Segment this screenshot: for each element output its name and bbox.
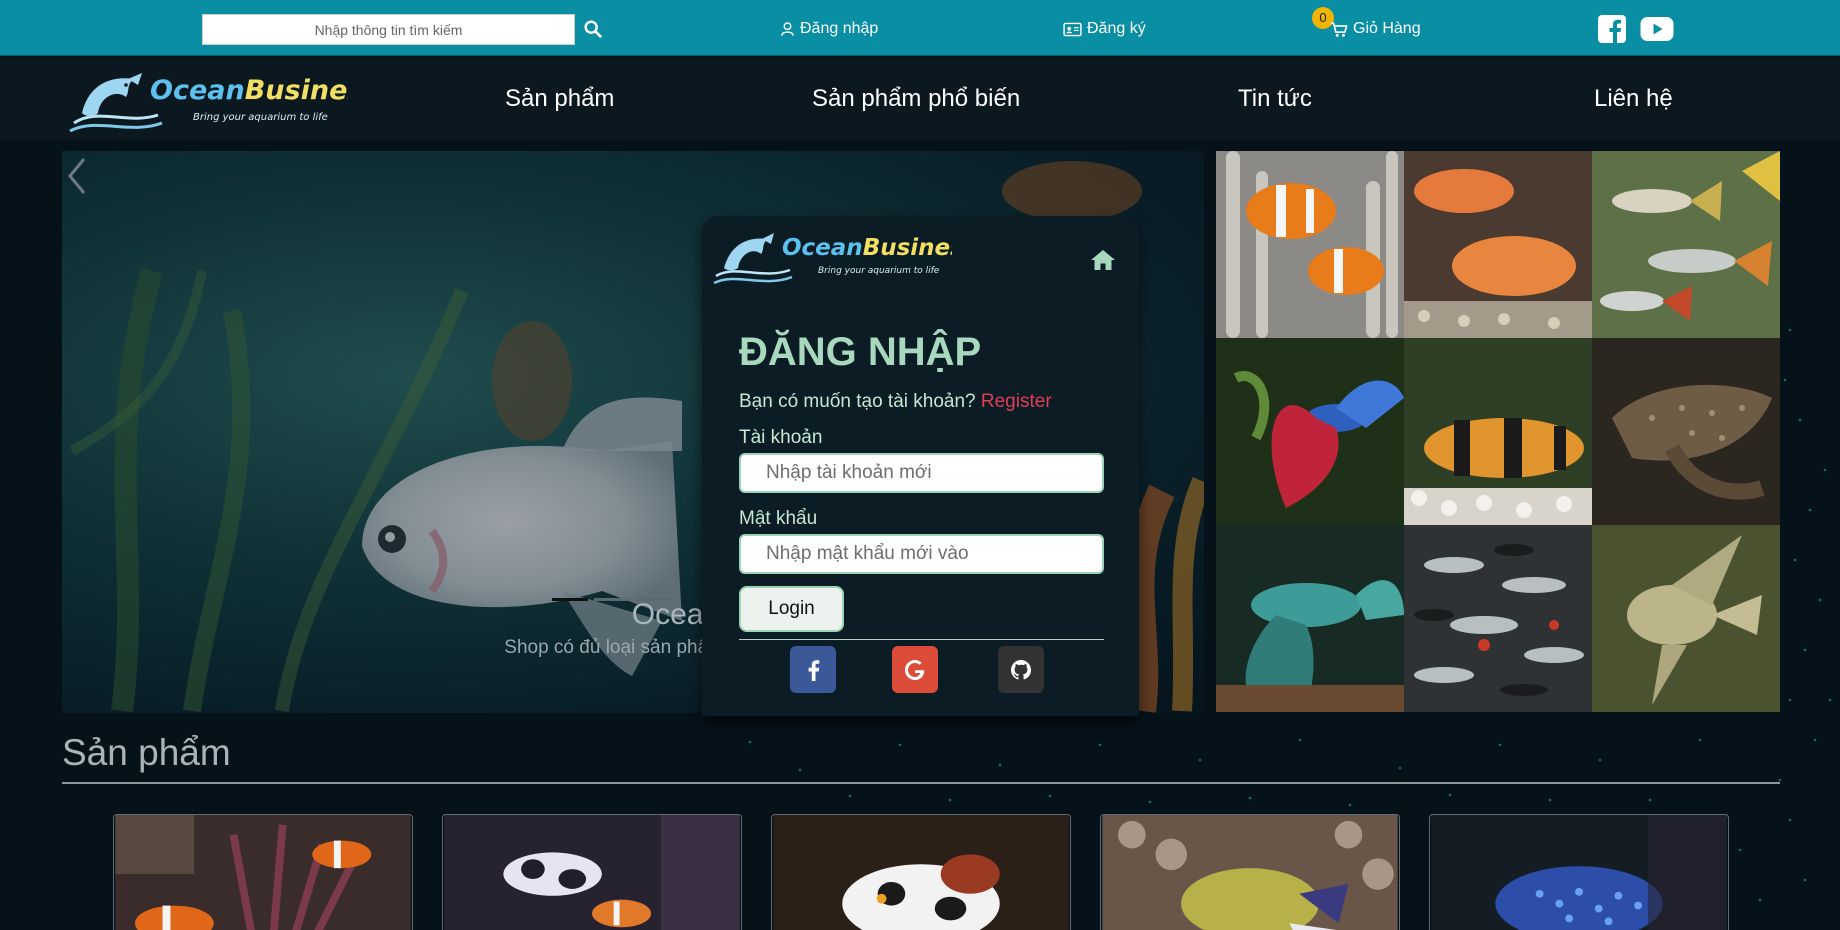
gallery-guppies[interactable] — [1592, 151, 1780, 338]
fish-gallery — [1216, 151, 1780, 713]
register-link-label: Đăng ký — [1087, 20, 1146, 37]
gallery-clown-loach[interactable] — [1404, 338, 1592, 525]
register-link[interactable]: Đăng ký — [1063, 18, 1146, 40]
product-image — [773, 815, 1069, 930]
products-section-divider — [62, 782, 1780, 784]
login-link[interactable]: Đăng nhập — [780, 18, 878, 40]
product-card[interactable] — [1429, 814, 1729, 930]
username-field[interactable] — [739, 453, 1104, 493]
carousel-prev-button[interactable] — [62, 151, 92, 201]
youtube-icon[interactable] — [1640, 14, 1674, 44]
gallery-mollies[interactable] — [1404, 525, 1592, 712]
brand-logo[interactable]: OceanBusiness Bring your aquarium to lif… — [68, 67, 348, 137]
github-icon — [1011, 659, 1031, 679]
password-label: Mật khẩu — [739, 508, 818, 529]
login-modal: OceanBusiness Bring your aquarium to lif… — [702, 216, 1139, 716]
nav-popular-products[interactable]: Sản phẩm phổ biến — [812, 85, 1020, 113]
register-link-button[interactable]: Register — [981, 391, 1052, 412]
svg-text:Bring your aquarium to life: Bring your aquarium to life — [193, 112, 328, 123]
github-login-button[interactable] — [998, 646, 1044, 693]
product-card[interactable] — [113, 814, 413, 930]
login-divider — [739, 639, 1104, 640]
home-icon[interactable] — [1090, 248, 1116, 272]
gallery-rosy-barb[interactable] — [1404, 151, 1592, 338]
cart-link[interactable]: Giỏ Hàng — [1330, 18, 1421, 40]
product-image — [115, 815, 411, 930]
username-label: Tài khoản — [739, 427, 823, 448]
google-icon — [905, 659, 925, 680]
nav-news[interactable]: Tin tức — [1238, 85, 1312, 113]
gallery-betta-teal[interactable] — [1216, 525, 1404, 712]
id-card-icon — [1063, 22, 1082, 36]
nav-products[interactable]: Sản phẩm — [505, 85, 614, 113]
svg-text:Bring your aquarium to life: Bring your aquarium to life — [818, 266, 940, 276]
search-input[interactable] — [202, 14, 575, 45]
facebook-icon[interactable] — [1597, 14, 1627, 44]
gallery-betta[interactable] — [1216, 338, 1404, 525]
gallery-angelfish[interactable] — [1592, 525, 1780, 712]
svg-text:OceanBusiness: OceanBusiness — [782, 235, 952, 261]
product-image — [1431, 815, 1727, 930]
login-button[interactable]: Login — [739, 586, 844, 632]
password-field[interactable] — [739, 534, 1104, 574]
search-icon[interactable] — [582, 18, 604, 40]
top-bar: Đăng nhập Đăng ký 0 Giỏ Hàng — [0, 0, 1840, 56]
product-image — [1102, 815, 1398, 930]
svg-text:OceanBusiness: OceanBusiness — [150, 75, 348, 106]
login-link-label: Đăng nhập — [800, 20, 879, 37]
facebook-login-button[interactable] — [790, 646, 836, 693]
modal-brand-logo: OceanBusiness Bring your aquarium to lif… — [713, 233, 952, 285]
gallery-clownfish[interactable] — [1216, 151, 1404, 338]
facebook-f-icon — [808, 659, 820, 681]
product-card[interactable] — [771, 814, 1071, 930]
cart-icon — [1330, 21, 1348, 37]
google-login-button[interactable] — [892, 646, 938, 693]
user-icon — [781, 22, 794, 36]
register-question: Bạn có muốn tạo tài khoản? — [739, 391, 976, 412]
login-title: ĐĂNG NHẬP — [739, 330, 982, 374]
product-card[interactable] — [442, 814, 742, 930]
product-image — [444, 815, 740, 930]
gallery-pleco[interactable] — [1592, 338, 1780, 525]
products-section-title: Sản phẩm — [62, 732, 231, 773]
nav-contact[interactable]: Liên hệ — [1594, 85, 1673, 113]
main-navbar: OceanBusiness Bring your aquarium to lif… — [0, 57, 1840, 141]
cart-link-label: Giỏ Hàng — [1353, 20, 1421, 37]
register-prompt: Bạn có muốn tạo tài khoản? Register — [739, 391, 1052, 413]
product-card[interactable] — [1100, 814, 1400, 930]
